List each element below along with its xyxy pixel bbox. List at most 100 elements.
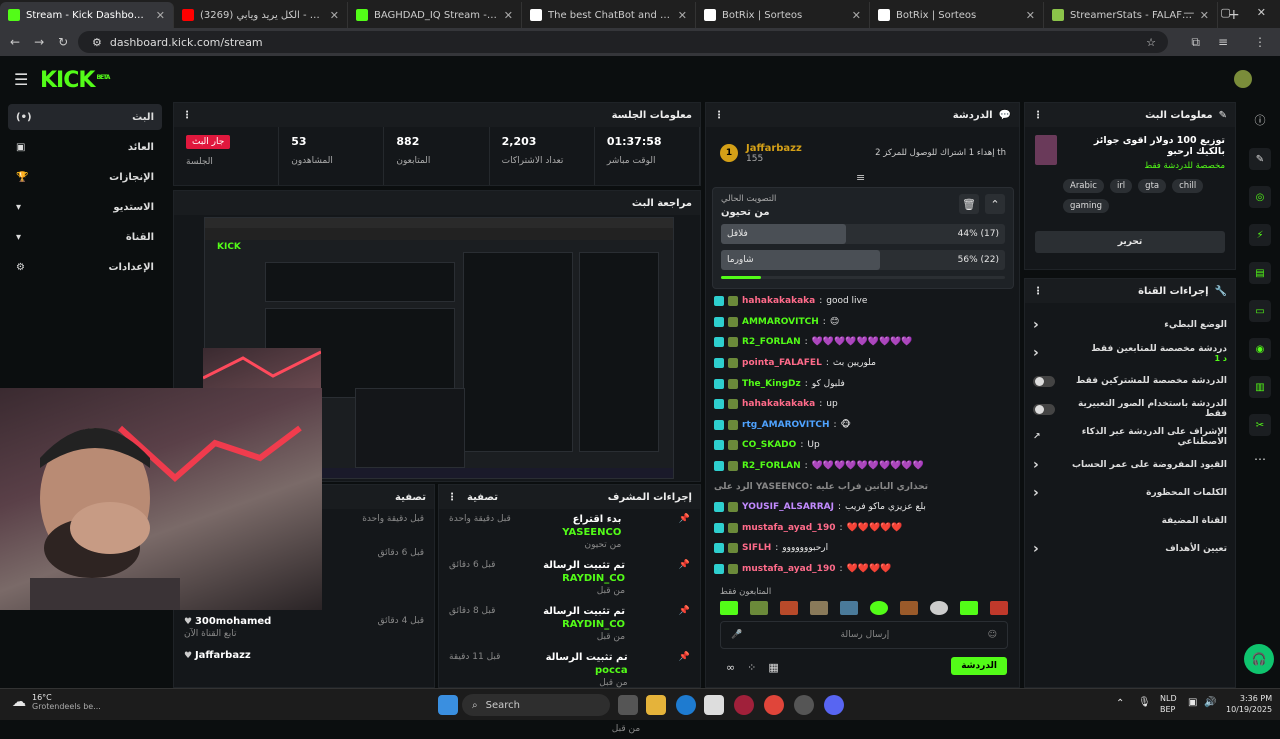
browser-tab[interactable]: BotRix | Sorteos ✕ [696,2,870,28]
emote-icon[interactable] [810,601,828,615]
nav-item[interactable]: ▾ الاستديو [8,194,162,220]
maximize-icon[interactable]: ▢ [1220,6,1230,19]
mod-filter-button[interactable]: تصفية [467,492,498,503]
close-tab-icon[interactable]: ✕ [852,9,861,22]
stream-tag[interactable]: irl [1109,179,1133,193]
chat-username[interactable]: R2_FORLAN [742,461,801,471]
document-icon[interactable]: ▤ [1249,262,1271,284]
forward-icon[interactable]: → [34,35,44,49]
chat-username[interactable]: hahakakakaka [742,399,815,409]
target-icon[interactable]: ◎ [1249,186,1271,208]
support-headset-icon[interactable]: 🎧 [1244,644,1274,674]
chat-username[interactable]: AMMAROVITCH [742,317,819,327]
chat-username[interactable]: mustafa_ayad_190 [742,523,835,533]
emote-icon[interactable] [930,601,948,615]
close-tab-icon[interactable]: ✕ [678,9,687,22]
info-icon[interactable]: ⓘ [1240,112,1280,128]
weather-widget[interactable]: ☁ 16°C Grotendeels be... [12,693,101,711]
task-view-icon[interactable] [618,695,638,715]
bolt-icon[interactable]: ⚡ [1249,224,1271,246]
taskbar-search[interactable]: ⌕ Search [462,694,610,716]
nav-item[interactable]: 🏆 الإنجازات [8,164,162,190]
discord-icon[interactable] [824,695,844,715]
chat-send-button[interactable]: الدردشة [951,657,1007,675]
broadcast-icon[interactable]: ◉ [1249,338,1271,360]
stream-category[interactable]: مخصصة للدردشة فقط [1065,161,1225,171]
activity-filter-button[interactable]: تصفية [395,492,426,503]
edge-icon[interactable] [676,695,696,715]
edit-stream-button[interactable]: تحرير [1035,231,1225,253]
channel-action-row[interactable]: › الكلمات المحظورة [1025,479,1235,507]
browser-tab[interactable]: BAGHDAD_IQ Stream - Watch ✕ [348,2,522,28]
channel-action-row[interactable]: › دردشة مخصصة للمتابعين فقط 1 د [1025,339,1235,367]
reload-icon[interactable]: ↻ [58,35,68,49]
close-window-icon[interactable]: ✕ [1257,6,1266,19]
back-icon[interactable]: ← [10,35,20,49]
close-tab-icon[interactable]: ✕ [156,9,165,22]
channel-action-row[interactable]: الدردشة باستخدام الصور التعبيرية فقط [1025,395,1235,423]
nav-item[interactable]: ⚙ الإعدادات [8,254,162,280]
poll-collapse-icon[interactable]: ⌃ [985,194,1005,214]
close-tab-icon[interactable]: ✕ [330,9,339,22]
emoji-icon[interactable]: ☺ [988,630,997,640]
nav-item[interactable]: (•) البث [8,104,162,130]
emote-icon[interactable] [990,601,1008,615]
close-tab-icon[interactable]: ✕ [504,9,513,22]
clock[interactable]: 3:36 PM 10/19/2025 [1226,693,1272,715]
language-code[interactable]: NLD [1160,693,1177,704]
hamburger-menu-icon[interactable]: ☰ [14,70,28,89]
tools-icon[interactable]: ✂ [1249,414,1271,436]
mic-tray-icon[interactable]: 🎙 [1138,697,1151,708]
more-options-icon[interactable]: ⋮ [182,110,192,121]
site-info-icon[interactable]: ⚙ [92,36,102,49]
chat-username[interactable]: The_KingDz [742,379,801,389]
bookmark-star-icon[interactable]: ☆ [1146,36,1156,49]
more-dots-icon[interactable]: ⋯ [1240,452,1280,466]
toggle-switch[interactable] [1033,403,1055,415]
browser-tab[interactable]: Stream - Kick Dashboard ✕ [0,2,174,28]
chat-input[interactable]: 🎤 إرسال رسالة ☺ [720,621,1008,649]
reading-list-icon[interactable]: ≡ [1218,35,1228,49]
emote-icon[interactable] [960,601,978,615]
network-icon[interactable]: ▣ [1188,697,1197,708]
nav-item[interactable]: ▾ القناة [8,224,162,250]
browser-tab[interactable]: BotRix | Sorteos ✕ [870,2,1044,28]
infinity-icon[interactable]: ∞ [726,661,735,674]
mic-icon[interactable]: 🎤 [731,630,742,640]
chat-username[interactable]: rtg_AMAROVITCH [742,420,830,430]
emote-icon[interactable] [720,601,738,615]
more-options-icon[interactable]: ⋮ [1033,110,1043,121]
channel-action-row[interactable]: › تعيين الأهداف [1025,535,1235,563]
stream-tag[interactable]: gaming [1063,199,1110,213]
chat-username[interactable]: R2_FORLAN [742,337,801,347]
chat-bubble-icon[interactable]: ▭ [1249,300,1271,322]
browser-menu-icon[interactable]: ⋮ [1254,35,1266,49]
poll-option[interactable]: شاورما 56% (22) [721,250,1005,270]
layout-icon[interactable]: ▥ [1249,376,1271,398]
channel-action-row[interactable]: › القيود المفروضة على عمر الحساب [1025,451,1235,479]
scroll-indicator-icon[interactable]: ≡ [856,171,865,184]
keyboard-code[interactable]: BEP [1160,704,1177,715]
url-input[interactable]: ⚙ dashboard.kick.com/stream ☆ [78,31,1168,53]
stream-tag[interactable]: gta [1138,179,1167,193]
poll-option[interactable]: فلافل 44% (17) [721,224,1005,244]
store-app-icon[interactable] [704,695,724,715]
pencil-icon[interactable]: ✎ [1249,148,1271,170]
settings-app-icon[interactable] [794,695,814,715]
volume-icon[interactable]: 🔊 [1204,697,1216,708]
emote-icon[interactable] [780,601,798,615]
tray-chevron-icon[interactable]: ⌃ [1116,698,1124,709]
toggle-switch[interactable] [1033,375,1055,387]
more-options-icon[interactable]: ⋮ [714,110,724,121]
stream-tag[interactable]: chill [1172,179,1204,193]
emote-icon[interactable] [900,601,918,615]
chat-username[interactable]: mustafa_ayad_190 [742,564,835,574]
channel-action-row[interactable]: القناة المضيفة [1025,507,1235,535]
kick-logo[interactable]: KICK BETA [40,68,110,93]
file-explorer-icon[interactable] [646,695,666,715]
app-icon[interactable] [734,695,754,715]
user-avatar[interactable] [1234,70,1252,88]
dots-icon[interactable]: ⁘ [747,661,756,674]
minimize-icon[interactable]: — [1183,6,1194,19]
chat-username[interactable]: pointa_FALAFEL [742,358,822,368]
